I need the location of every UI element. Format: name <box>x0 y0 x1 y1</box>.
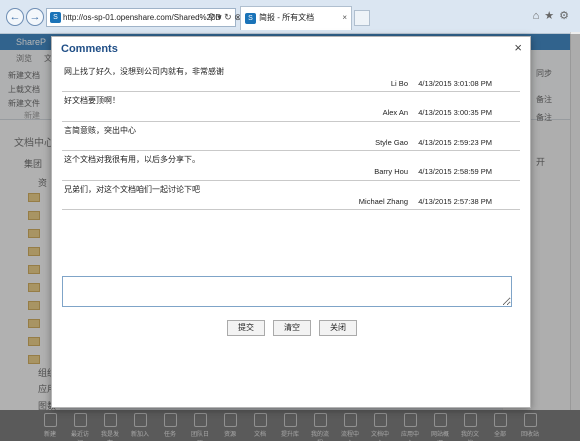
back-arrow-icon[interactable]: ← <box>6 8 24 26</box>
comment-text: 言简意赅，突出中心 <box>64 125 136 135</box>
comment-item: 这个文档对我很有用，以后多分享下。 Barry Hou 4/13/2015 2:… <box>62 151 520 181</box>
close-icon[interactable]: × <box>514 40 522 55</box>
comment-text: 这个文档对我很有用，以后多分享下。 <box>64 155 200 165</box>
comment-time: 4/13/2015 3:01:08 PM <box>418 79 492 88</box>
comment-text: 网上找了好久，没想到公司内就有，非常感谢 <box>64 67 224 76</box>
comment-list: 网上找了好久，没想到公司内就有，非常感谢 Li Bo 4/13/2015 3:0… <box>62 63 520 210</box>
browser-icons[interactable]: ⌂★⚙ <box>533 9 574 22</box>
comment-item: 兄弟们，对这个文档咱们一起讨论下吧 Michael Zhang 4/13/201… <box>62 181 520 210</box>
comments-dialog: Comments × 网上找了好久，没想到公司内就有，非常感谢 Li Bo 4/… <box>51 36 531 408</box>
comment-item: 好文档要顶啊！ Alex An 4/13/2015 3:00:35 PM <box>62 92 520 122</box>
comment-author: Michael Zhang <box>358 196 408 206</box>
comment-text: 兄弟们，对这个文档咱们一起讨论下吧 <box>64 184 200 194</box>
comment-time: 4/13/2015 2:58:59 PM <box>418 167 492 177</box>
url-text: http://os-sp-01.openshare.com/Shared%20D <box>63 13 222 22</box>
forward-arrow-icon[interactable]: → <box>26 8 44 26</box>
comment-author: Style Gao <box>375 137 408 147</box>
close-button[interactable]: 关闭 <box>319 320 357 336</box>
dialog-title: Comments <box>61 43 118 55</box>
tab-title: 简报 - 所有文档 <box>259 13 315 22</box>
comment-author: Alex An <box>382 108 408 118</box>
sharepoint-tab-icon: S <box>245 13 256 24</box>
comment-time: 4/13/2015 2:57:38 PM <box>418 196 492 206</box>
address-actions[interactable]: ⚲ ▾ ↻ ⊗ <box>208 8 242 27</box>
comment-time: 4/13/2015 3:00:35 PM <box>418 108 492 118</box>
comment-author: Barry Hou <box>374 167 408 177</box>
submit-button[interactable]: 提交 <box>227 320 265 336</box>
browser-toolbar: ← → S http://os-sp-01.openshare.com/Shar… <box>0 0 580 34</box>
close-tab-icon[interactable]: × <box>342 7 347 29</box>
comment-text: 好文档要顶啊！ <box>64 96 120 106</box>
comment-author: Li Bo <box>390 79 408 88</box>
comment-item: 言简意赅，突出中心 Style Gao 4/13/2015 2:59:23 PM <box>62 122 520 152</box>
sharepoint-icon: S <box>50 12 61 23</box>
comment-item: 网上找了好久，没想到公司内就有，非常感谢 Li Bo 4/13/2015 3:0… <box>62 63 520 93</box>
comment-time: 4/13/2015 2:59:23 PM <box>418 137 492 147</box>
new-tab-button[interactable] <box>354 10 370 26</box>
comment-input[interactable] <box>62 276 512 307</box>
browser-tab[interactable]: S 简报 - 所有文档 × <box>240 6 352 30</box>
clear-button[interactable]: 清空 <box>273 320 311 336</box>
